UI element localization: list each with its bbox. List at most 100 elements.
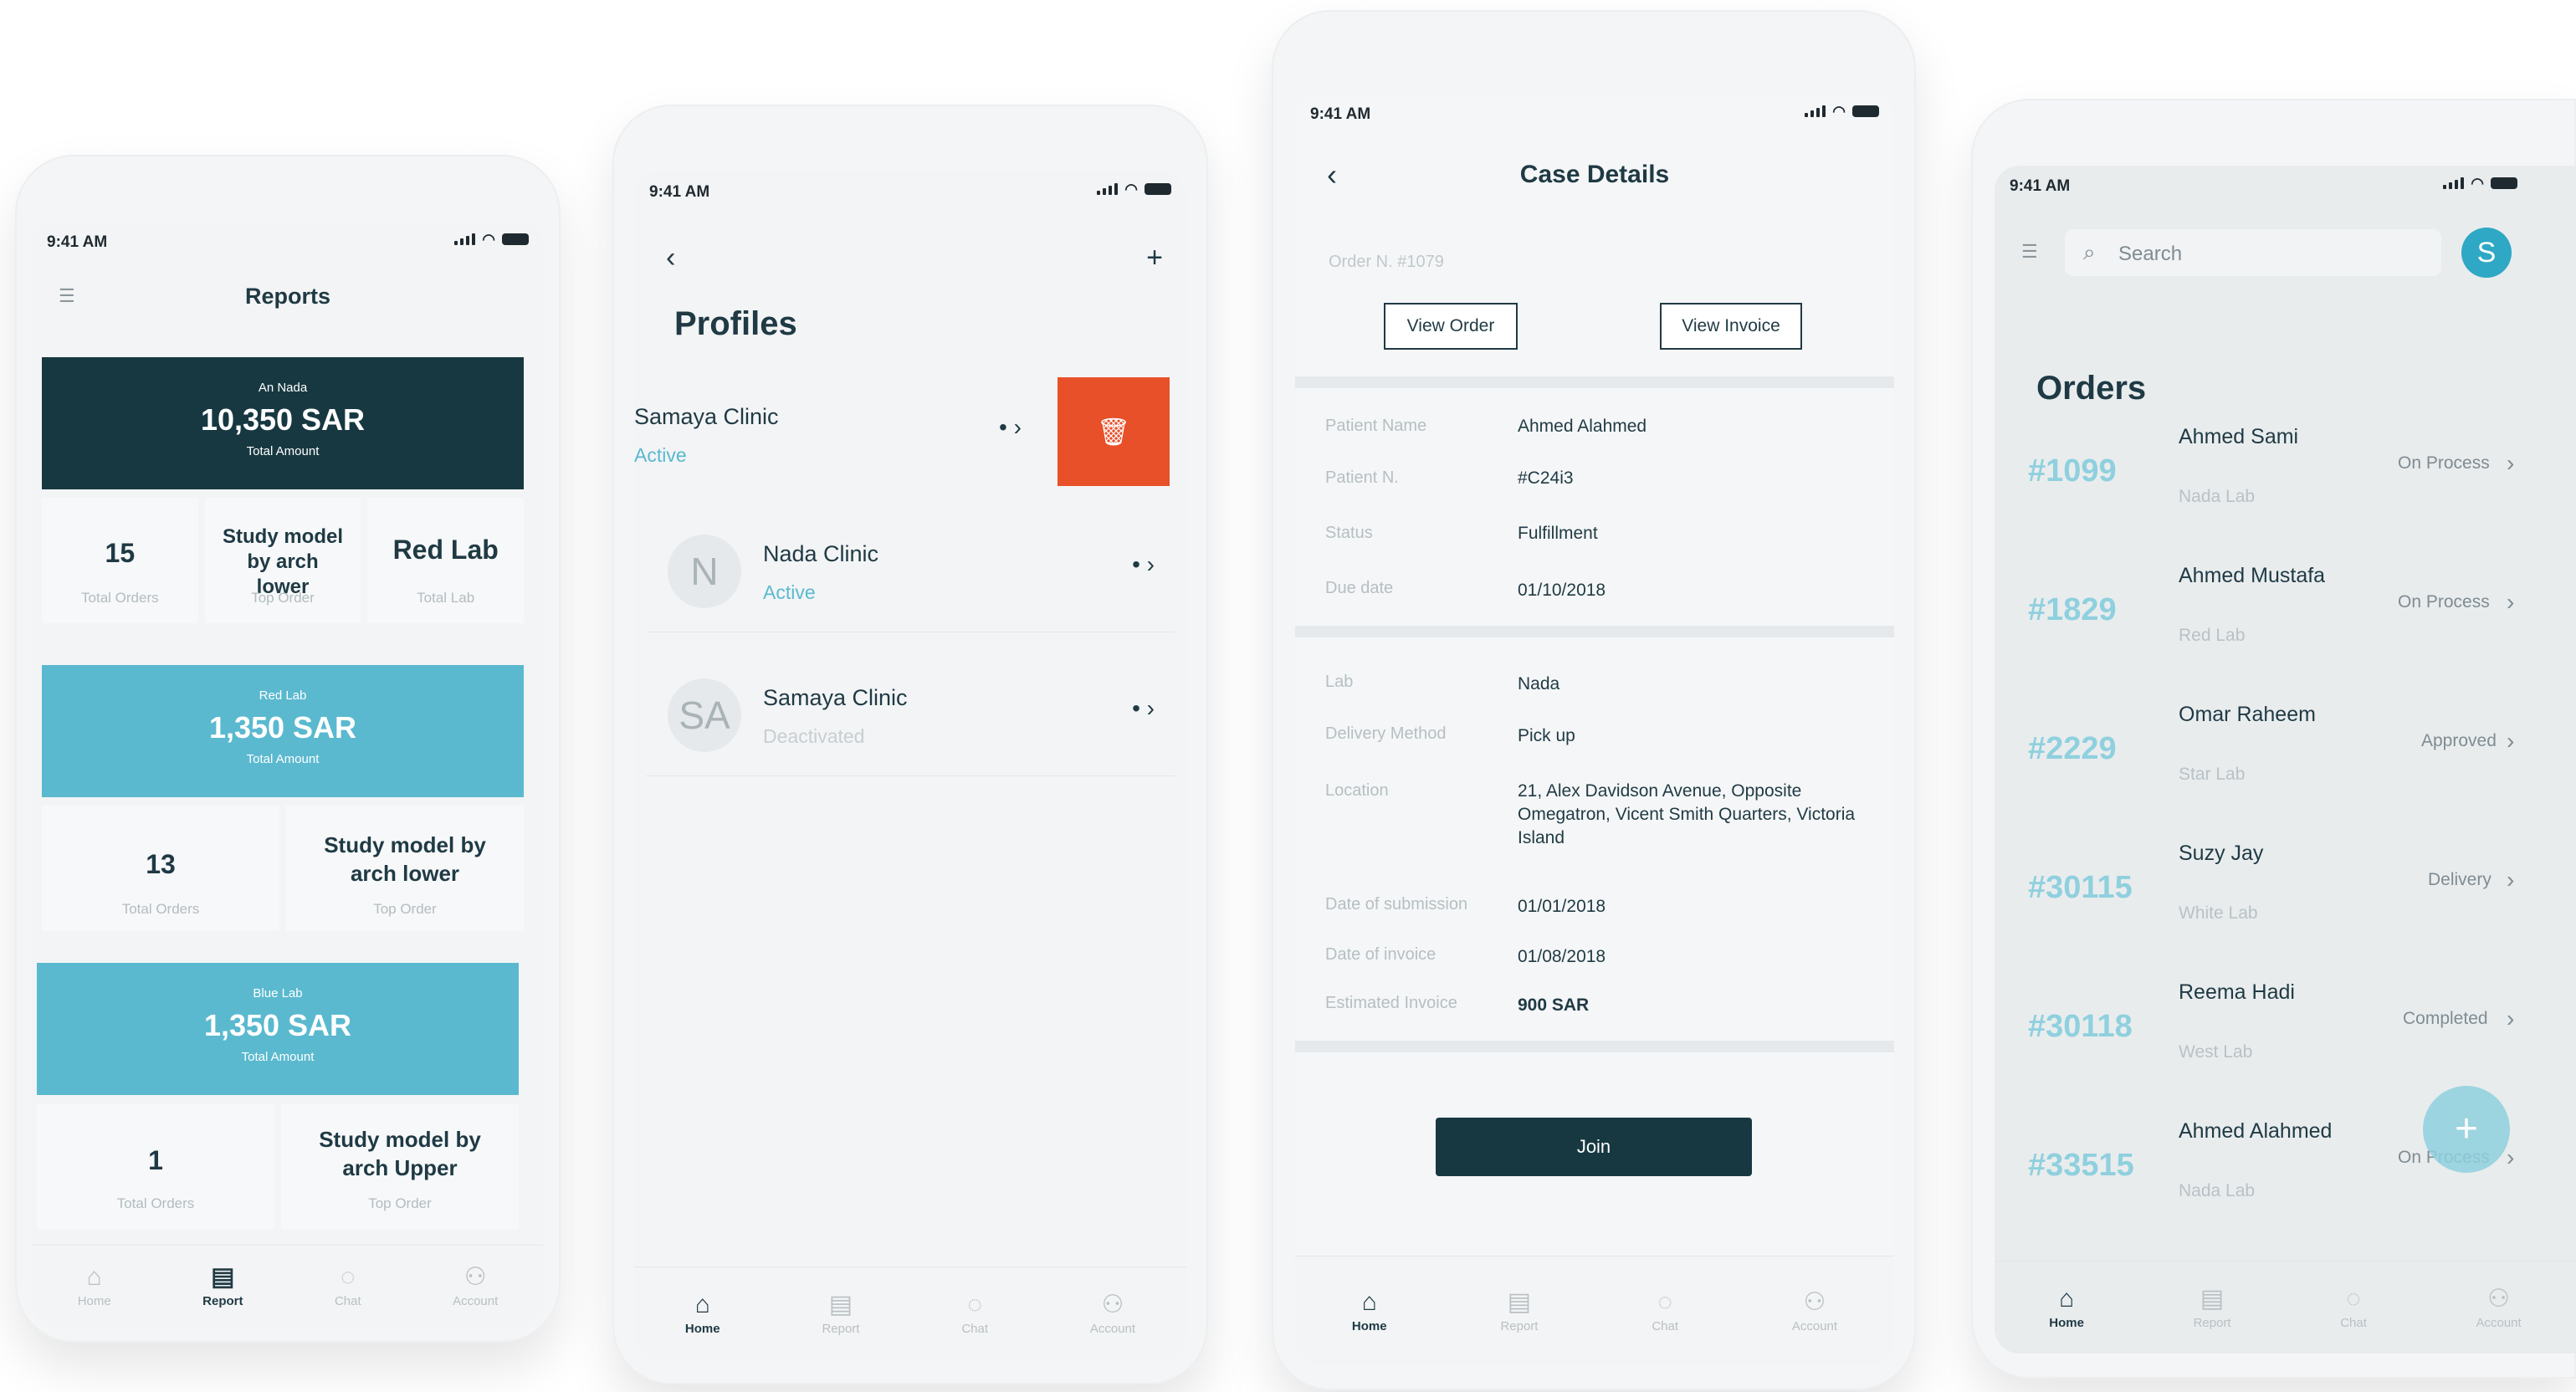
signal-icon — [1097, 183, 1119, 195]
stat-total-orders: 13 Total Orders — [42, 806, 279, 931]
report-icon: ▤ — [211, 1262, 235, 1291]
tab-account[interactable]: ⚇ Account — [2476, 1284, 2521, 1330]
page-title: Case Details — [1519, 161, 1670, 188]
profile-status: Active — [634, 444, 687, 466]
order-lab: White Lab — [2179, 903, 2258, 923]
field-label: Due date — [1325, 579, 1394, 597]
tab-home[interactable]: ⌂ Home — [78, 1263, 111, 1308]
avatar[interactable]: S — [2461, 228, 2512, 278]
field-label: Patient N. — [1325, 468, 1399, 487]
home-icon: ⌂ — [1361, 1287, 1377, 1316]
account-icon: ⚇ — [463, 1262, 487, 1291]
stat-label: Total Orders — [81, 590, 159, 606]
tab-report[interactable]: ▤ Report — [1500, 1287, 1538, 1333]
order-status: On Process — [2398, 592, 2490, 612]
order-id: #30115 — [2028, 870, 2133, 905]
wifi-icon: ◠ — [2471, 175, 2484, 192]
tab-home[interactable]: ⌂ Home — [1351, 1287, 1387, 1333]
tab-report[interactable]: ▤ Report — [202, 1262, 243, 1308]
status-bar: 9:41 AM ◠ — [634, 171, 1186, 213]
battery-icon — [2491, 177, 2517, 189]
tab-label: Home — [1351, 1318, 1387, 1333]
search-placeholder: Search — [2118, 243, 2183, 265]
profile-row[interactable]: N Nada Clinic Active • › — [646, 506, 1175, 632]
chevron-right-icon: • › — [1132, 551, 1155, 577]
tab-home[interactable]: ⌂ Home — [2049, 1285, 2084, 1330]
tab-account[interactable]: ⚇ Account — [1791, 1287, 1838, 1333]
status-icons: ◠ — [454, 232, 529, 247]
tab-home[interactable]: ⌂ Home — [685, 1291, 720, 1336]
stat-value: Study model by arch Upper — [319, 1127, 481, 1180]
field-value: 01/10/2018 — [1518, 581, 1606, 600]
tab-label: Chat — [2340, 1315, 2367, 1330]
status-bar: 9:41 AM ◠ — [1995, 166, 2576, 207]
report-icon: ▤ — [828, 1290, 853, 1318]
account-icon: ⚇ — [1101, 1290, 1124, 1318]
tab-bar: ⌂ Home ▤ Report ◌ Chat ⚇ Account — [634, 1267, 1186, 1359]
chat-icon: ◌ — [1657, 1287, 1673, 1316]
order-row[interactable]: #1829 Ahmed Mustafa Red Lab On Process › — [1995, 564, 2576, 703]
order-name: Omar Raheem — [2179, 703, 2316, 726]
order-row[interactable]: #30115 Suzy Jay White Lab Delivery › — [1995, 842, 2576, 980]
tab-chat[interactable]: ◌ Chat — [2340, 1285, 2367, 1330]
account-icon: ⚇ — [1803, 1287, 1826, 1316]
stat-label: Top Order — [373, 901, 437, 917]
order-status: Completed — [2403, 1009, 2488, 1028]
case-screen: 9:41 AM ◠ ‹ Case Details Order N. #1079 … — [1295, 94, 1894, 1365]
tab-label: Chat — [961, 1321, 989, 1336]
search-input[interactable]: ⌕ Search — [2065, 229, 2441, 276]
avatar-initial: S — [2476, 236, 2497, 269]
tab-report[interactable]: ▤ Report — [822, 1290, 859, 1336]
order-name: Ahmed Alahmed — [2179, 1119, 2333, 1143]
add-order-button[interactable]: + — [2423, 1086, 2510, 1173]
chat-icon: ◌ — [967, 1290, 983, 1318]
field-label: Delivery Method — [1325, 724, 1447, 743]
field-value: 01/08/2018 — [1518, 947, 1606, 966]
field-label: Status — [1325, 524, 1373, 542]
chevron-right-icon: › — [2507, 1144, 2515, 1170]
order-lab: Red Lab — [2179, 626, 2246, 645]
back-chevron-icon[interactable]: ‹ — [666, 242, 675, 274]
order-lab: West Lab — [2179, 1042, 2253, 1062]
tab-report[interactable]: ▤ Report — [2194, 1285, 2231, 1330]
view-order-button[interactable]: View Order — [1384, 303, 1518, 350]
report-icon: ▤ — [1507, 1287, 1532, 1316]
profile-row[interactable]: SA Samaya Clinic Deactivated • › — [646, 650, 1175, 776]
filter-icon[interactable]: ☰ — [2021, 241, 2038, 263]
orders-screen: 9:41 AM ◠ ☰ ⌕ Search S Orders #1099 Ahme… — [1995, 166, 2576, 1354]
field-value: 01/01/2018 — [1518, 897, 1606, 916]
stats-row-2: 13 Total Orders Study model by arch lowe… — [42, 806, 524, 931]
report-card-an-nada[interactable]: An Nada 10,350 SAR Total Amount — [42, 357, 524, 489]
account-icon: ⚇ — [2487, 1284, 2511, 1313]
stat-label: Top Order — [251, 590, 315, 606]
profile-row-swiped[interactable]: Samaya Clinic Active • › 🗑 — [634, 377, 1186, 486]
status-time: 9:41 AM — [649, 183, 710, 201]
field-label: Date of submission — [1325, 895, 1468, 914]
tab-bar: ⌂ Home ▤ Report ◌ Chat ⚇ Account — [1295, 1256, 1894, 1365]
status-time: 9:41 AM — [2010, 177, 2071, 195]
plus-icon[interactable]: + — [1146, 242, 1163, 274]
status-bar: 9:41 AM ◠ — [1295, 94, 1894, 136]
tab-chat[interactable]: ◌ Chat — [961, 1290, 989, 1336]
status-bar: 9:41 AM ◠ — [32, 222, 544, 264]
profile-name: Samaya Clinic — [634, 404, 779, 429]
tab-chat[interactable]: ◌ Chat — [335, 1263, 361, 1308]
delete-button[interactable]: 🗑 — [1058, 377, 1170, 486]
join-button[interactable]: Join — [1436, 1118, 1752, 1176]
report-card-red-lab[interactable]: Red Lab 1,350 SAR Total Amount — [42, 665, 524, 797]
order-row[interactable]: #2229 Omar Raheem Star Lab Approved › — [1995, 703, 2576, 842]
view-invoice-button[interactable]: View Invoice — [1660, 303, 1802, 350]
tab-account[interactable]: ⚇ Account — [1090, 1290, 1135, 1336]
tab-account[interactable]: ⚇ Account — [453, 1262, 498, 1308]
field-value: #C24i3 — [1518, 468, 1574, 488]
order-row[interactable]: #1099 Ahmed Sami Nada Lab On Process › — [1995, 425, 2576, 564]
tab-chat[interactable]: ◌ Chat — [1652, 1287, 1679, 1333]
tab-label: Chat — [1652, 1318, 1679, 1333]
report-card-blue-lab[interactable]: Blue Lab 1,350 SAR Total Amount — [37, 963, 519, 1095]
tab-label: Account — [1791, 1318, 1838, 1333]
status-icons: ◠ — [1805, 104, 1879, 119]
stat-value: Study model by arch lower — [324, 832, 486, 886]
reports-screen: 9:41 AM ◠ ☰ Reports An Nada 10,350 SAR T… — [32, 222, 544, 1326]
order-name: Reema Hadi — [2179, 980, 2295, 1004]
tab-label: Report — [202, 1293, 243, 1308]
